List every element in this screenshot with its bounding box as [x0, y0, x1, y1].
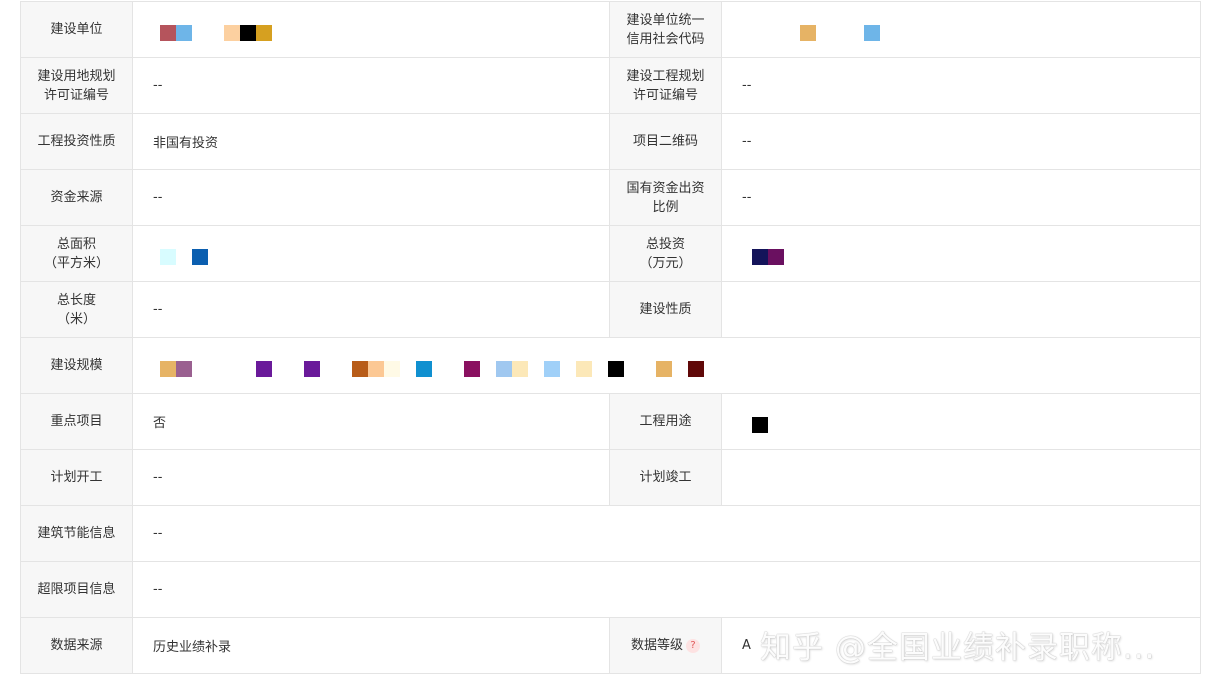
label-land-permit-no: 建设用地规划许可证编号	[20, 57, 133, 114]
label-key-project: 重点项目	[20, 393, 133, 450]
value-construction-unit	[132, 1, 610, 58]
redaction-swatch	[656, 360, 672, 377]
redaction-swatch	[496, 360, 512, 377]
label-energy-info: 建筑节能信息	[20, 505, 133, 562]
redaction-swatch	[544, 360, 560, 377]
redaction-swatch	[384, 360, 400, 377]
table-row: 建设用地规划许可证编号 -- 建设工程规划许可证编号 --	[20, 57, 1201, 114]
redaction-swatch	[688, 360, 704, 377]
label-credit-code: 建设单位统一信用社会代码	[609, 1, 722, 58]
redaction-swatch	[512, 360, 528, 377]
table-row: 工程投资性质 非国有投资 项目二维码 --	[20, 113, 1201, 170]
redaction-swatch	[192, 248, 208, 265]
redaction-swatch	[256, 360, 272, 377]
value-energy-info: --	[132, 505, 1201, 562]
label-construction-nature: 建设性质	[609, 281, 722, 338]
table-row: 建筑节能信息 --	[20, 505, 1201, 562]
redaction-swatch	[608, 360, 624, 377]
table-row: 建设单位 建设单位统一信用社会代码	[20, 1, 1201, 58]
value-planned-start: --	[132, 449, 610, 506]
label-construction-unit: 建设单位	[20, 1, 133, 58]
redaction-swatch	[416, 360, 432, 377]
value-engineering-permit-no: --	[721, 57, 1201, 114]
redaction-swatch	[752, 416, 768, 433]
value-total-investment	[721, 225, 1201, 282]
project-info-table: 建设单位 建设单位统一信用社会代码 建设用地规划许可证编号 -- 建设工程规划许…	[20, 1, 1201, 674]
value-land-permit-no: --	[132, 57, 610, 114]
value-investment-nature: 非国有投资	[132, 113, 610, 170]
redacted-block	[153, 248, 609, 265]
value-total-length: --	[132, 281, 610, 338]
redaction-swatch	[224, 24, 240, 41]
redaction-swatch	[160, 248, 176, 265]
redaction-swatch	[864, 24, 880, 41]
label-fund-source: 资金来源	[20, 169, 133, 226]
redaction-swatch	[768, 248, 784, 265]
value-state-fund-ratio: --	[721, 169, 1201, 226]
redacted-block	[742, 416, 1200, 433]
value-total-area	[132, 225, 610, 282]
value-construction-nature	[721, 281, 1201, 338]
label-total-area: 总面积 （平方米）	[20, 225, 133, 282]
label-construction-scale: 建设规模	[20, 337, 133, 394]
value-qr-code: --	[721, 113, 1201, 170]
redaction-swatch	[240, 24, 256, 41]
redaction-swatch	[464, 360, 480, 377]
label-qr-code: 项目二维码	[609, 113, 722, 170]
value-key-project: 否	[132, 393, 610, 450]
redaction-swatch	[800, 24, 816, 41]
redaction-swatch	[256, 24, 272, 41]
redaction-swatch	[368, 360, 384, 377]
table-row: 总面积 （平方米） 总投资 （万元）	[20, 225, 1201, 282]
label-state-fund-ratio: 国有资金出资比例	[609, 169, 722, 226]
zhihu-watermark: 知乎 @全国业绩补录职称...	[760, 630, 1156, 666]
value-data-source: 历史业绩补录	[132, 617, 610, 674]
table-row: 资金来源 -- 国有资金出资比例 --	[20, 169, 1201, 226]
label-overlimit-info: 超限项目信息	[20, 561, 133, 618]
table-row: 计划开工 -- 计划竣工	[20, 449, 1201, 506]
redacted-block	[742, 24, 1200, 41]
help-icon[interactable]: ?	[686, 639, 700, 653]
redaction-swatch	[176, 24, 192, 41]
redacted-block	[742, 248, 1200, 265]
redacted-block	[153, 24, 609, 41]
redaction-swatch	[576, 360, 592, 377]
label-engineering-permit-no: 建设工程规划许可证编号	[609, 57, 722, 114]
table-row: 重点项目 否 工程用途	[20, 393, 1201, 450]
label-data-grade: 数据等级?	[609, 617, 722, 674]
value-fund-source: --	[132, 169, 610, 226]
redacted-block	[153, 360, 1200, 377]
value-engineering-use	[721, 393, 1201, 450]
label-data-source: 数据来源	[20, 617, 133, 674]
redaction-swatch	[352, 360, 368, 377]
redaction-swatch	[160, 360, 176, 377]
label-engineering-use: 工程用途	[609, 393, 722, 450]
value-construction-scale	[132, 337, 1201, 394]
label-investment-nature: 工程投资性质	[20, 113, 133, 170]
redaction-swatch	[160, 24, 176, 41]
redaction-swatch	[304, 360, 320, 377]
label-planned-start: 计划开工	[20, 449, 133, 506]
redaction-swatch	[752, 248, 768, 265]
value-credit-code	[721, 1, 1201, 58]
table-row: 建设规模	[20, 337, 1201, 394]
table-row: 超限项目信息 --	[20, 561, 1201, 618]
value-overlimit-info: --	[132, 561, 1201, 618]
data-grade-label: 数据等级	[630, 638, 683, 653]
redaction-swatch	[176, 360, 192, 377]
label-total-investment: 总投资 （万元）	[609, 225, 722, 282]
label-total-length: 总长度 （米）	[20, 281, 133, 338]
table-row: 总长度 （米） -- 建设性质	[20, 281, 1201, 338]
value-planned-completion	[721, 449, 1201, 506]
label-planned-completion: 计划竣工	[609, 449, 722, 506]
